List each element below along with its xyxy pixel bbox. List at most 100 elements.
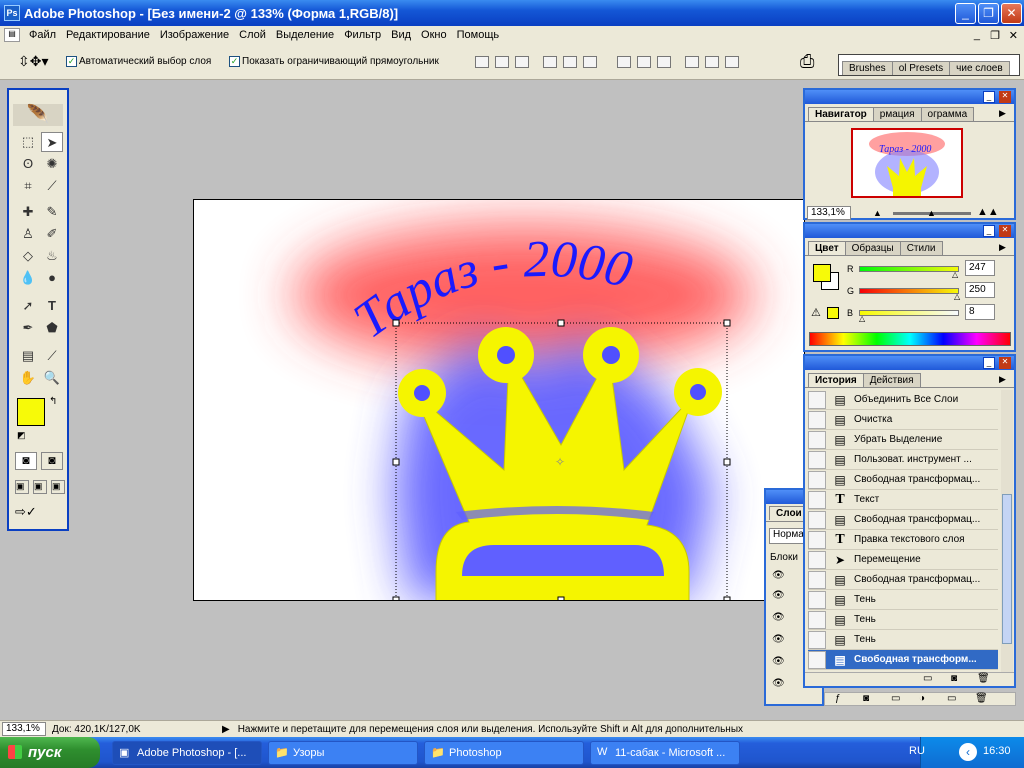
history-brush-source-box[interactable] bbox=[808, 590, 826, 609]
tab-navigator[interactable]: Навигатор bbox=[808, 107, 874, 121]
foreground-color-swatch[interactable] bbox=[17, 398, 45, 426]
clock[interactable]: 16:30 bbox=[983, 745, 1011, 757]
navigator-zoom-field[interactable]: 133,1% bbox=[807, 206, 851, 220]
distribute-right-icon[interactable] bbox=[725, 56, 739, 68]
show-bounds-option[interactable]: ✓ Показать ограничивающий прямоугольник bbox=[229, 56, 439, 67]
menu-image[interactable]: Изображение bbox=[155, 29, 234, 41]
distribute-hcenter-icon[interactable] bbox=[705, 56, 719, 68]
color-ramp[interactable] bbox=[809, 332, 1011, 346]
jump-to-imageready-icon[interactable]: ⇨✓ bbox=[15, 504, 63, 522]
transform-handle[interactable] bbox=[392, 319, 400, 327]
history-item[interactable]: ▤ Свободная трансформац... bbox=[808, 510, 998, 530]
move-tool-preset-icon[interactable]: ⇳✥▾ bbox=[18, 53, 49, 70]
transform-handle[interactable] bbox=[723, 596, 731, 601]
history-item[interactable]: ▤ Тень bbox=[808, 590, 998, 610]
eyedropper-icon[interactable]: ⟋ bbox=[41, 346, 63, 366]
clone-stamp-icon[interactable]: ♙ bbox=[17, 224, 39, 244]
menu-file[interactable]: Файл bbox=[24, 29, 61, 41]
zoom-out-icon[interactable]: ▲ bbox=[873, 208, 882, 218]
status-doc-size[interactable]: Док: 420,1K/127,0K bbox=[52, 724, 222, 735]
history-item[interactable]: ▤ Убрать Выделение bbox=[808, 430, 998, 450]
transform-handle[interactable] bbox=[723, 458, 731, 466]
start-button[interactable]: пуск bbox=[0, 737, 100, 768]
history-brush-source-box[interactable] bbox=[808, 570, 826, 589]
panel-menu-arrow-icon[interactable]: ▶ bbox=[999, 374, 1006, 385]
layer-visibility-eye-icon[interactable]: 👁 bbox=[772, 634, 785, 645]
status-zoom-field[interactable]: 133,1% bbox=[2, 722, 46, 736]
menu-select[interactable]: Выделение bbox=[271, 29, 339, 41]
transform-handle[interactable] bbox=[557, 596, 565, 601]
gamut-color-swatch[interactable] bbox=[827, 307, 839, 319]
panel-close-icon[interactable]: ✕ bbox=[999, 357, 1011, 369]
history-brush-source-box[interactable] bbox=[808, 630, 826, 649]
color-fg-swatch[interactable] bbox=[813, 264, 831, 282]
paint-bucket-icon[interactable]: ♨ bbox=[41, 246, 63, 266]
history-item[interactable]: ▤ Объединить Все Слои bbox=[808, 390, 998, 410]
history-item[interactable]: ▤ Свободная трансформац... bbox=[808, 470, 998, 490]
snapshot-icon[interactable]: ◙ bbox=[951, 673, 957, 684]
history-brush-source-box[interactable] bbox=[808, 470, 826, 489]
magic-wand-icon[interactable]: ✺ bbox=[41, 154, 63, 174]
r-slider-thumb[interactable]: △ bbox=[952, 270, 958, 279]
pen-tool-icon[interactable]: ✒ bbox=[17, 318, 39, 338]
history-brush-source-box[interactable] bbox=[808, 430, 826, 449]
slice-tool-icon[interactable]: ⟋ bbox=[41, 176, 63, 196]
task-photoshop[interactable]: ▣ Adobe Photoshop - [... bbox=[112, 741, 262, 765]
gamut-warning-icon[interactable]: ⚠ bbox=[811, 306, 821, 319]
panel-minimize-icon[interactable]: _ bbox=[983, 91, 995, 103]
zoom-in-icon[interactable]: ▲▲ bbox=[977, 206, 999, 218]
distribute-left-icon[interactable] bbox=[685, 56, 699, 68]
g-slider[interactable] bbox=[859, 288, 959, 294]
close-button[interactable]: ✕ bbox=[1001, 3, 1022, 24]
auto-select-checkbox[interactable]: ✓ bbox=[66, 56, 77, 67]
doc-minimize-button[interactable]: _ bbox=[974, 29, 980, 41]
new-document-from-state-icon[interactable]: ▭ bbox=[923, 673, 932, 684]
transform-handle[interactable] bbox=[723, 319, 731, 327]
move-tool-icon[interactable]: ➤ bbox=[41, 132, 63, 152]
transform-handle[interactable] bbox=[392, 596, 400, 601]
zoom-slider-thumb[interactable]: ▲ bbox=[927, 208, 936, 218]
menu-edit[interactable]: Редактирование bbox=[61, 29, 155, 41]
doc-restore-button[interactable]: ❐ bbox=[990, 29, 1000, 42]
tray-expand-icon[interactable]: ‹ bbox=[959, 743, 977, 761]
layer-mask-icon[interactable]: ◙ bbox=[863, 693, 869, 704]
swap-colors-icon[interactable]: ↰ bbox=[49, 396, 57, 407]
layer-visibility-eye-icon[interactable]: 👁 bbox=[772, 590, 785, 601]
minimize-button[interactable]: _ bbox=[955, 3, 976, 24]
tab-swatches[interactable]: Образцы bbox=[844, 241, 901, 255]
screen-mode-standard-icon[interactable]: ▣ bbox=[15, 480, 29, 494]
history-brush-source-box[interactable] bbox=[808, 510, 826, 529]
new-layer-icon[interactable]: ▭ bbox=[947, 693, 956, 704]
crop-tool-icon[interactable]: ⌗ bbox=[17, 176, 39, 196]
marquee-tool-icon[interactable]: ⬚ bbox=[17, 132, 39, 152]
delete-layer-icon[interactable]: 🗑 bbox=[975, 693, 988, 704]
history-item[interactable]: T Правка текстового слоя bbox=[808, 530, 998, 550]
panel-close-icon[interactable]: ✕ bbox=[999, 225, 1011, 237]
menu-layer[interactable]: Слой bbox=[234, 29, 271, 41]
show-bounds-checkbox[interactable]: ✓ bbox=[229, 56, 240, 67]
task-folder-patterns[interactable]: 📁 Узоры bbox=[268, 741, 418, 765]
align-right-icon[interactable] bbox=[583, 56, 597, 68]
transform-handle[interactable] bbox=[557, 319, 565, 327]
g-slider-thumb[interactable]: △ bbox=[954, 292, 960, 301]
history-brush-source-box[interactable] bbox=[808, 450, 826, 469]
blur-tool-icon[interactable]: 💧 bbox=[17, 268, 39, 288]
history-brush-icon[interactable]: ✐ bbox=[41, 224, 63, 244]
distribute-vcenter-icon[interactable] bbox=[637, 56, 651, 68]
history-item[interactable]: ▤ Свободная трансформ... bbox=[808, 650, 998, 670]
history-brush-source-box[interactable] bbox=[808, 650, 826, 669]
align-top-icon[interactable] bbox=[475, 56, 489, 68]
history-item[interactable]: ▤ Тень bbox=[808, 630, 998, 650]
menu-window[interactable]: Окно bbox=[416, 29, 452, 41]
language-indicator[interactable]: RU bbox=[909, 745, 925, 757]
history-item[interactable]: T Текст bbox=[808, 490, 998, 510]
type-tool-icon[interactable]: T bbox=[41, 296, 63, 316]
history-brush-source-box[interactable] bbox=[808, 550, 826, 569]
panel-minimize-icon[interactable]: _ bbox=[983, 225, 995, 237]
shape-tool-icon[interactable]: ⬟ bbox=[41, 318, 63, 338]
path-select-icon[interactable]: ➚ bbox=[17, 296, 39, 316]
trash-icon[interactable]: 🗑 bbox=[977, 673, 990, 684]
history-item[interactable]: ▤ Очистка bbox=[808, 410, 998, 430]
history-brush-source-box[interactable] bbox=[808, 530, 826, 549]
reference-point-icon[interactable]: ✧ bbox=[555, 455, 565, 469]
